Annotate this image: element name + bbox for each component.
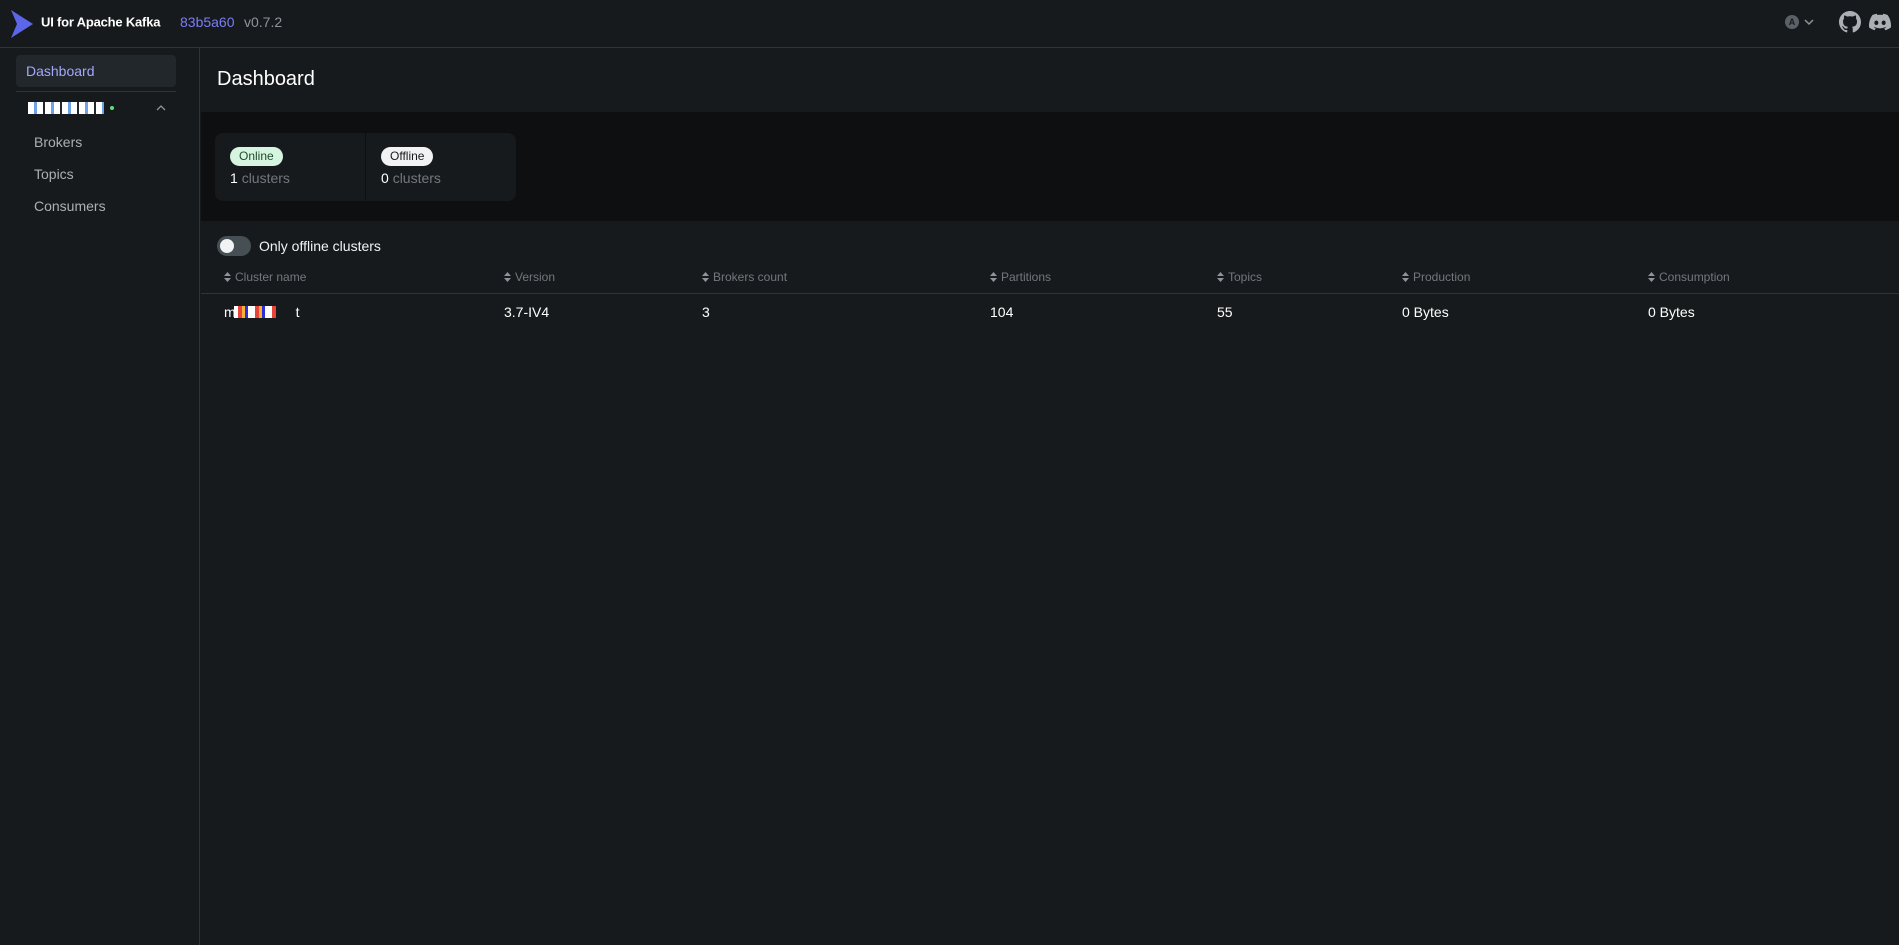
main-content: Dashboard Online 1 clusters Offline 0 cl… xyxy=(201,48,1899,945)
cell-cluster-name[interactable]: mt xyxy=(224,304,300,320)
column-label: Partitions xyxy=(1001,270,1052,284)
column-cluster-name[interactable]: Cluster name xyxy=(224,270,306,284)
toggle-knob xyxy=(220,239,234,253)
table-header: Cluster name Version Brokers count Parti… xyxy=(201,262,1899,294)
sidebar-item-dashboard[interactable]: Dashboard xyxy=(16,55,176,87)
table-row[interactable]: mt 3.7-IV4 3 104 55 0 Bytes 0 Bytes xyxy=(201,294,1899,330)
cell-partitions: 104 xyxy=(990,304,1014,320)
offline-count-unit: clusters xyxy=(392,170,441,186)
sidebar-item-topics[interactable]: Topics xyxy=(34,166,74,182)
theme-toggle-button[interactable]: A xyxy=(1785,14,1815,30)
kafka-logo-icon xyxy=(11,10,33,38)
column-label: Version xyxy=(515,270,556,284)
cluster-name-redacted xyxy=(28,102,104,114)
online-count-unit: clusters xyxy=(241,170,290,186)
clusters-table: Cluster name Version Brokers count Parti… xyxy=(201,262,1899,330)
cell-version: 3.7-IV4 xyxy=(504,304,550,320)
cluster-name-end: t xyxy=(295,304,300,320)
column-label: Production xyxy=(1413,270,1471,284)
page-title: Dashboard xyxy=(217,68,315,90)
cell-consumption: 0 Bytes xyxy=(1648,304,1695,320)
online-clusters-count: 1 clusters xyxy=(230,170,290,186)
metrics-band: Online 1 clusters Offline 0 clusters xyxy=(201,112,1899,221)
offline-badge: Offline xyxy=(381,147,434,166)
column-production[interactable]: Production xyxy=(1402,270,1470,284)
column-label: Brokers count xyxy=(713,270,788,284)
sort-icon xyxy=(990,272,997,282)
only-offline-label: Only offline clusters xyxy=(259,238,381,254)
brand[interactable] xyxy=(11,9,33,39)
online-badge: Online xyxy=(230,147,283,166)
sort-icon xyxy=(224,272,231,282)
sort-icon xyxy=(702,272,709,282)
cluster-name-redacted xyxy=(234,306,276,318)
column-partitions[interactable]: Partitions xyxy=(990,270,1051,284)
column-version[interactable]: Version xyxy=(504,270,555,284)
cluster-status-dot xyxy=(110,106,114,110)
column-label: Topics xyxy=(1228,270,1263,284)
only-offline-toggle[interactable]: Only offline clusters xyxy=(217,236,381,256)
toggle-switch[interactable] xyxy=(217,236,251,256)
sort-icon xyxy=(1402,272,1409,282)
version-tag: v0.7.2 xyxy=(244,14,283,30)
sort-icon xyxy=(1217,272,1224,282)
sort-icon xyxy=(504,272,511,282)
sidebar: Dashboard Brokers Topics Consumers xyxy=(0,48,200,945)
offline-count-value: 0 xyxy=(381,170,389,186)
sort-icon xyxy=(1648,272,1655,282)
sidebar-item-consumers[interactable]: Consumers xyxy=(34,198,106,214)
offline-clusters-count: 0 clusters xyxy=(381,170,441,186)
column-label: Cluster name xyxy=(235,270,307,284)
column-consumption[interactable]: Consumption xyxy=(1648,270,1730,284)
online-count-value: 1 xyxy=(230,170,238,186)
version-commit-link[interactable]: 83b5a60 xyxy=(180,14,235,30)
offline-clusters-card: Offline 0 clusters xyxy=(366,133,516,201)
column-label: Consumption xyxy=(1659,270,1730,284)
discord-icon[interactable] xyxy=(1869,11,1891,33)
cell-topics: 55 xyxy=(1217,304,1233,320)
github-icon[interactable] xyxy=(1839,11,1861,33)
cluster-name-link[interactable]: mt xyxy=(224,304,300,320)
sidebar-divider xyxy=(16,91,176,92)
online-clusters-card: Online 1 clusters xyxy=(215,133,365,201)
sidebar-item-brokers[interactable]: Brokers xyxy=(34,134,82,150)
column-brokers-count[interactable]: Brokers count xyxy=(702,270,787,284)
theme-auto-icon: A xyxy=(1785,15,1799,29)
column-topics[interactable]: Topics xyxy=(1217,270,1262,284)
cell-brokers-count: 3 xyxy=(702,304,710,320)
chevron-down-icon xyxy=(1804,19,1814,26)
cell-production: 0 Bytes xyxy=(1402,304,1449,320)
chevron-up-icon xyxy=(156,105,166,111)
top-navbar: UI for Apache Kafka 83b5a60 v0.7.2 A xyxy=(0,0,1899,48)
sidebar-cluster-toggle[interactable] xyxy=(16,97,176,119)
brand-name[interactable]: UI for Apache Kafka xyxy=(41,15,160,30)
